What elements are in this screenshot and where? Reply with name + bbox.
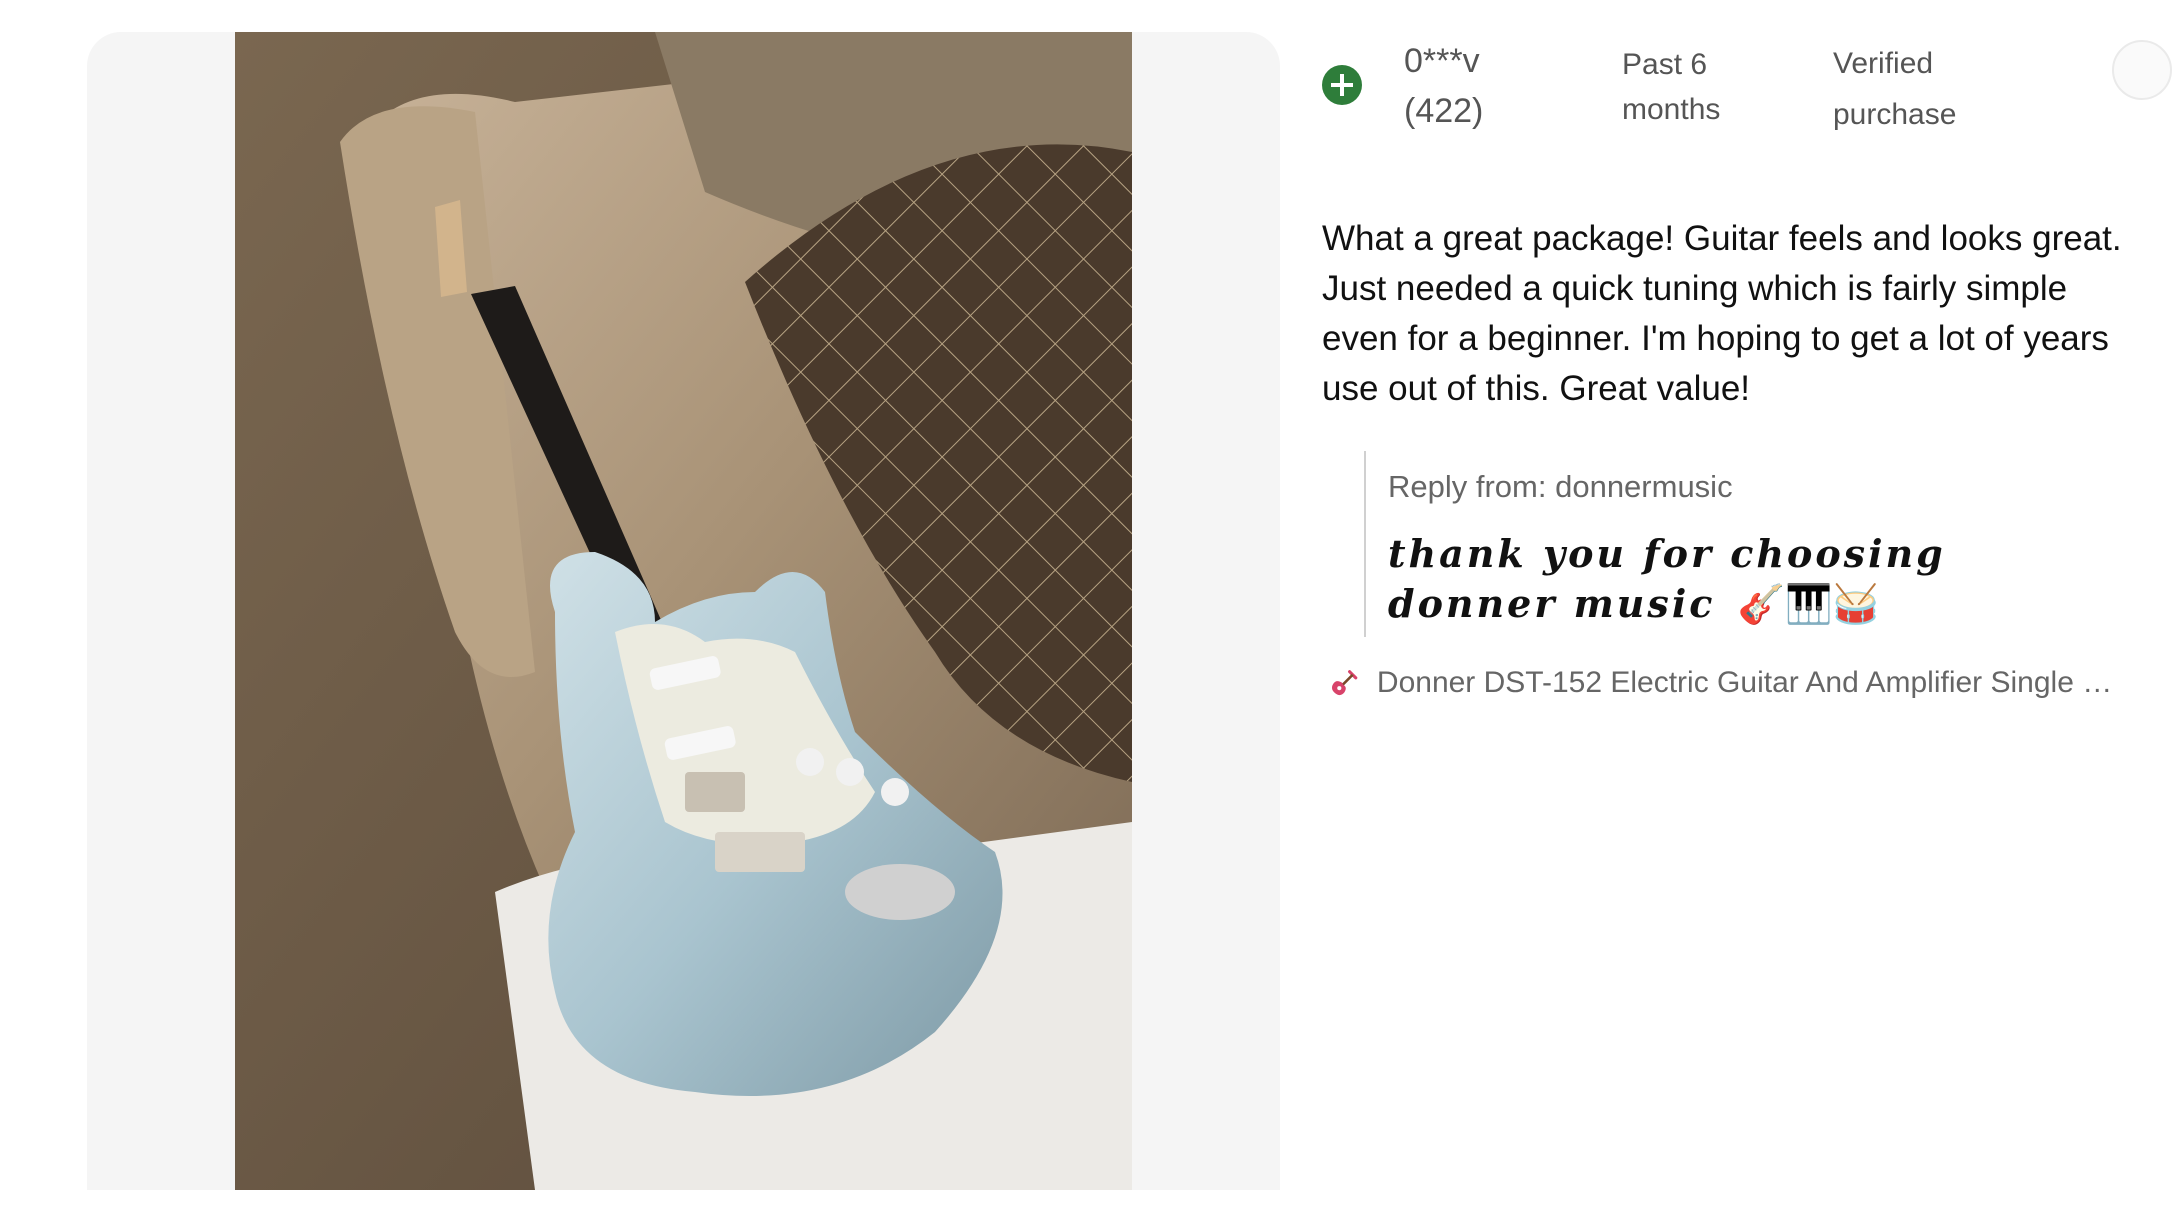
reply-text-block: thank you for choosing donner music 🎸🎹🥁 (1388, 529, 2068, 637)
reviewer-info: 0***v (422) (1404, 36, 1483, 136)
reply-emojis: 🎸🎹🥁 (1737, 581, 1880, 626)
review-meta: 0***v (422) Past 6 months Verified purch… (1322, 32, 2172, 142)
review-text: What a great package! Guitar feels and l… (1322, 219, 2122, 408)
reviewer-name: 0***v (1404, 42, 1480, 80)
seller-reply: Reply from: donnermusic thank you for ch… (1364, 451, 2132, 637)
verified-purchase-badge: Verified purchase (1833, 47, 1957, 131)
review-date: Past 6 months (1622, 48, 1721, 126)
product-name[interactable]: Donner DST-152 Electric Guitar And Ampli… (1377, 661, 2132, 705)
plus-circle-icon[interactable] (1322, 65, 1362, 105)
more-options-button[interactable] (2112, 40, 2172, 100)
reply-from-label: Reply from: donnermusic (1388, 469, 1733, 504)
review-image-panel[interactable] (87, 32, 1280, 1190)
guitar-icon (1331, 670, 1358, 696)
guitar-photo-graphic (235, 32, 1132, 1190)
reviewer-review-count: (422) (1404, 92, 1484, 130)
review-product-link[interactable]: Donner DST-152 Electric Guitar And Ampli… (1322, 661, 2132, 705)
review-photo-guitar[interactable] (235, 32, 1132, 1190)
review-card: 0***v (422) Past 6 months Verified purch… (1322, 32, 2172, 705)
